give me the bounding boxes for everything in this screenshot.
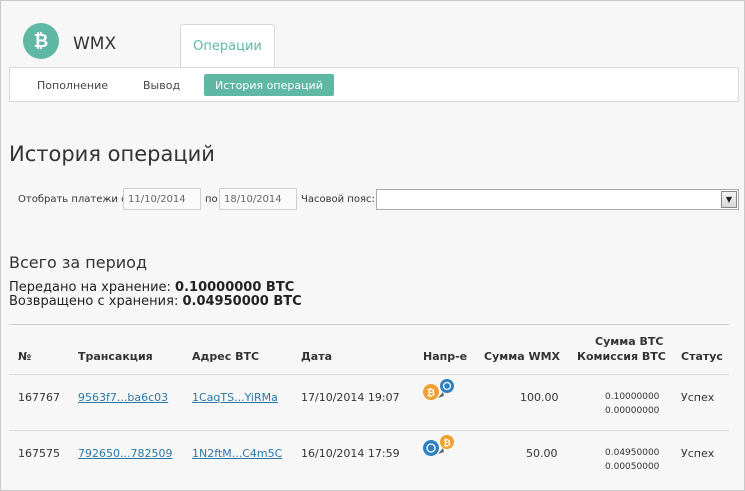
deposited-label: Передано на хранение:: [9, 280, 171, 295]
row-btc-fee: 0.00000000: [605, 406, 660, 416]
col-header-status: Статус: [681, 350, 723, 363]
col-header-fee: Комиссия BTC: [577, 350, 666, 363]
row-btc-amount: 0.10000000: [605, 392, 660, 402]
btc-to-wm-direction-icon: ₿: [423, 379, 454, 400]
col-header-num: №: [18, 350, 32, 363]
row-btc-fee: 0.00050000: [605, 462, 660, 472]
row-status: Успех: [681, 447, 715, 460]
svg-text:₿: ₿: [443, 438, 450, 449]
tab-operations[interactable]: Операции: [180, 24, 275, 68]
col-header-address: Адрес BTC: [192, 350, 260, 363]
timezone-select[interactable]: ▼: [376, 189, 739, 210]
address-link[interactable]: 1CaqTS...YiRMa: [192, 391, 278, 404]
date-from-input[interactable]: [123, 188, 201, 210]
page-title: История операций: [9, 142, 215, 166]
filter-from-label: Отобрать платежи с: [18, 194, 127, 205]
subnav-bar: Пополнение Вывод История операций: [9, 67, 739, 102]
row-wmx-amount: 100.00: [520, 391, 559, 404]
row-divider: [9, 374, 729, 375]
col-header-wmx: Сумма WMX: [484, 350, 561, 363]
address-link[interactable]: 1N2ftM...C4m5C: [192, 447, 282, 460]
row-date: 16/10/2014 17:59: [301, 447, 400, 460]
brand-name: WMX: [73, 34, 117, 54]
returned-label: Возвращено с хранения:: [9, 294, 179, 309]
subnav-item-history[interactable]: История операций: [204, 74, 334, 96]
returned-summary: Возвращено с хранения: 0.04950000 BTC: [9, 294, 302, 309]
row-wmx-amount: 50.00: [526, 447, 558, 460]
row-status: Успех: [681, 391, 715, 404]
svg-text:₿: ₿: [427, 387, 435, 399]
returned-value: 0.04950000 BTC: [182, 294, 302, 309]
timezone-label: Часовой пояс:: [301, 194, 375, 205]
filter-to-label: по: [205, 194, 218, 205]
row-btc-amount: 0.04950000: [605, 448, 660, 458]
app-window: ₿ WMX Операции Пополнение Вывод История …: [0, 0, 745, 491]
deposited-summary: Передано на хранение: 0.10000000 BTC: [9, 280, 294, 295]
col-header-direction: Напр-е: [423, 350, 468, 363]
row-date: 17/10/2014 19:07: [301, 391, 400, 404]
row-divider: [9, 430, 729, 431]
subnav-item-withdraw[interactable]: Вывод: [132, 74, 191, 96]
divider: [9, 324, 729, 325]
bitcoin-logo-icon: ₿: [23, 23, 59, 59]
subnav-item-deposit[interactable]: Пополнение: [26, 74, 119, 96]
svg-text:₿: ₿: [34, 31, 49, 52]
col-header-btc: Сумма BTC: [595, 335, 664, 348]
transaction-link[interactable]: 9563f7...ba6c03: [78, 391, 168, 404]
transaction-link[interactable]: 792650...782509: [78, 447, 172, 460]
dropdown-arrow-icon[interactable]: ▼: [721, 191, 737, 208]
date-to-input[interactable]: [219, 188, 297, 210]
row-num: 167767: [18, 391, 60, 404]
wm-to-btc-direction-icon: ₿: [423, 435, 454, 456]
row-num: 167575: [18, 447, 60, 460]
deposited-value: 0.10000000 BTC: [175, 280, 295, 295]
period-summary-title: Всего за период: [9, 253, 148, 272]
col-header-date: Дата: [301, 350, 333, 363]
col-header-transaction: Трансакция: [78, 350, 153, 363]
